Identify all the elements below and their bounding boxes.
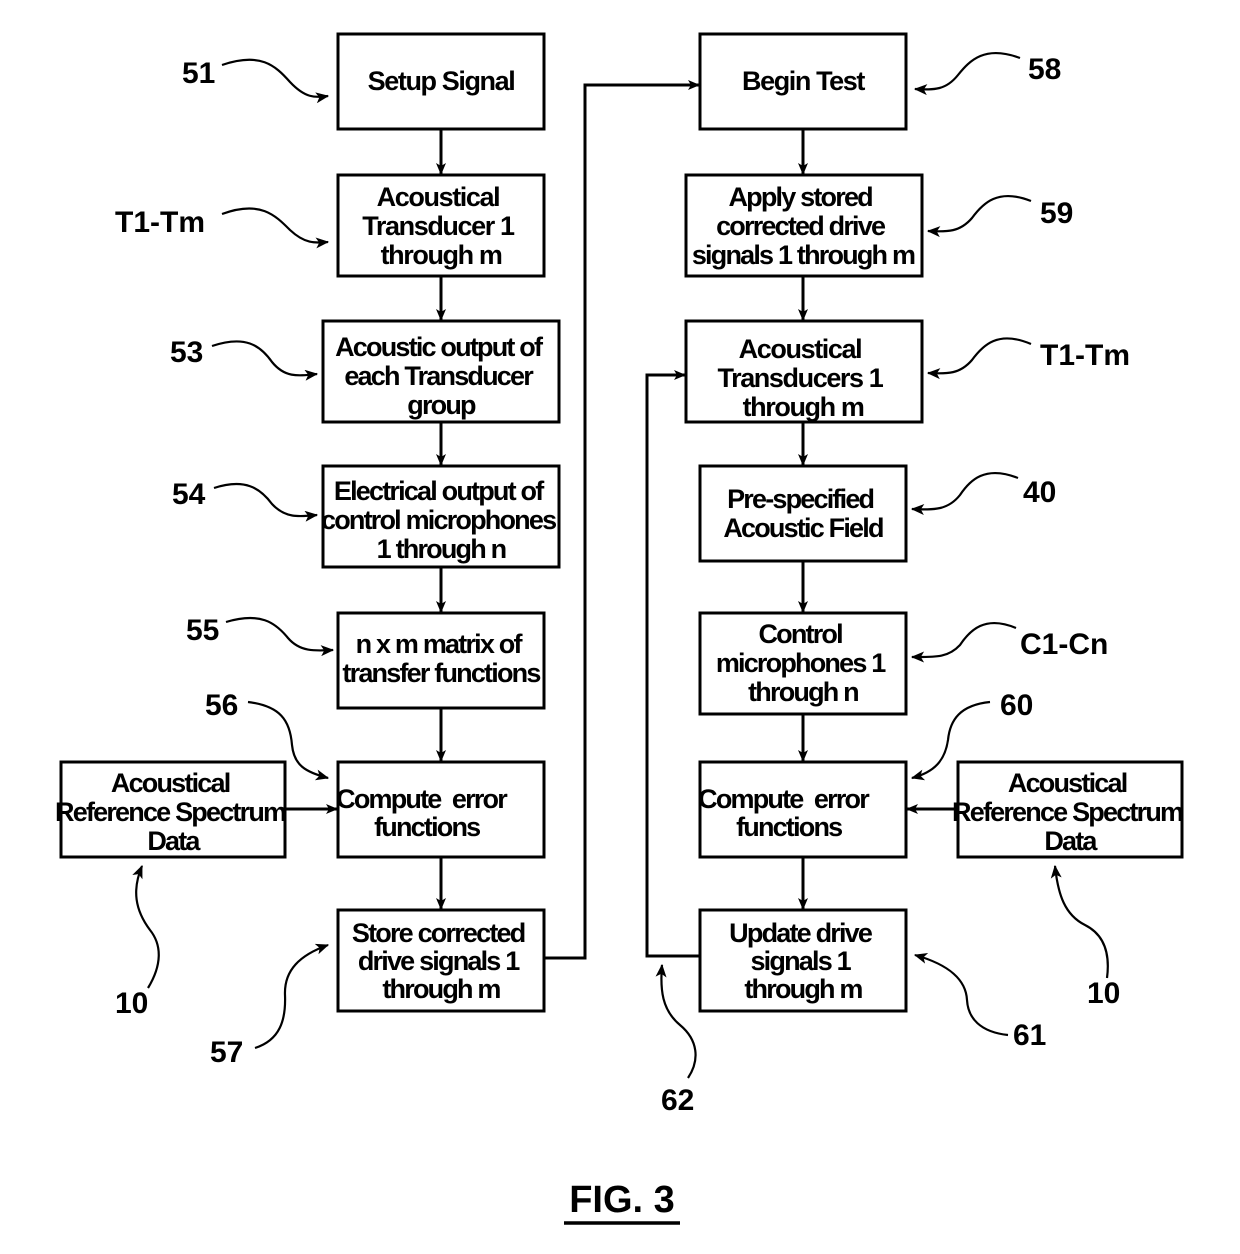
leader-line — [1050, 864, 1109, 979]
box-line: through m — [744, 974, 862, 1004]
ref-label-55: 55 — [186, 614, 219, 647]
box-line: each Transducer — [344, 361, 534, 391]
ref-label-56: 56 — [205, 689, 238, 722]
box-line: Transducers 1 — [717, 363, 883, 393]
box-line: corrected drive — [716, 211, 886, 241]
svg-text:Setup Signal: Setup Signal — [368, 66, 515, 96]
ref-label-51: 51 — [182, 57, 215, 90]
box-line: Data — [1044, 826, 1098, 856]
box-line: Pre-specified — [727, 484, 873, 514]
feedback-loop-arrow — [645, 370, 700, 958]
box-line: Apply stored — [728, 182, 872, 212]
box-control-microphones: Control microphones 1 through n — [698, 611, 908, 716]
leader-line — [913, 953, 1009, 1037]
box-line: Control — [758, 619, 842, 649]
leader-line — [254, 943, 330, 1050]
reference-labels: 51 T1-Tm 53 54 55 56 57 10 58 59 T1-Tm 4… — [115, 52, 1130, 1117]
ref-label-10-right: 10 — [1087, 977, 1120, 1010]
box-line: n x m matrix of — [356, 629, 524, 659]
leader-line — [221, 58, 330, 104]
svg-text:Update drive signals 1: Update drive signals 1 through m — [729, 918, 877, 1004]
box-line: microphones 1 — [716, 648, 886, 678]
box-reference-spectrum-left: Acoustical Reference Spectrum Data — [55, 760, 288, 859]
ref-label-c1-cn: C1-Cn — [1020, 628, 1108, 661]
box-acoustic-output: Acoustic output of each Transducer group — [321, 319, 561, 424]
box-line: functions — [736, 812, 842, 842]
svg-text:Begin Test: Begin Test — [742, 66, 865, 96]
leader-line — [910, 622, 1017, 663]
figure-title-text: FIG. 3 — [569, 1179, 675, 1221]
ref-label-58: 58 — [1028, 53, 1061, 86]
box-setup-signal: Setup Signal — [336, 32, 546, 131]
leader-line — [910, 472, 1019, 516]
svg-text:Acoustical Transducers 1: Acoustical Transducers 1 through m — [717, 334, 888, 422]
svg-text:Acoustical Transducer 1: Acoustical Transducer 1 through m — [362, 182, 519, 270]
box-apply-stored: Apply stored corrected drive signals 1 t… — [684, 173, 924, 278]
box-begin-test: Begin Test — [698, 32, 908, 131]
ref-label-54: 54 — [172, 478, 206, 511]
box-update-drive: Update drive signals 1 through m — [698, 908, 908, 1013]
box-line: 1 through n — [377, 534, 506, 564]
box-store-corrected: Store corrected drive signals 1 through … — [336, 908, 546, 1013]
flow-arrow-to-begin-test — [544, 80, 700, 960]
box-line: through n — [748, 677, 858, 707]
box-line: control microphones — [321, 505, 556, 535]
ref-label-61: 61 — [1013, 1019, 1046, 1052]
box-line: drive signals 1 — [358, 946, 520, 976]
leader-line — [221, 207, 330, 249]
box-line: Reference Spectrum — [55, 797, 286, 827]
ref-label-t1-tm-left: T1-Tm — [115, 206, 205, 239]
svg-text:Pre-specified Acoustic F: Pre-specified Acoustic Field — [723, 484, 883, 543]
box-line: through m — [382, 974, 500, 1004]
box-line: Acoustical — [739, 334, 862, 364]
box-line: signals 1 — [750, 946, 851, 976]
box-line: signals 1 through m — [692, 240, 915, 270]
leader-line — [655, 963, 697, 1079]
box-line: Compute error — [698, 784, 870, 814]
box-transfer-matrix: n x m matrix of transfer functions — [336, 611, 546, 710]
ref-label-10-left: 10 — [115, 987, 148, 1020]
box-line: through m — [743, 392, 864, 422]
box-line: Data — [147, 826, 201, 856]
box-line: Acoustical — [377, 182, 500, 212]
box-electrical-output: Electrical output of control microphones… — [321, 464, 561, 569]
flowchart-diagram: Setup Signal Acoustical Transducer 1 thr… — [55, 32, 1185, 1225]
box-line: Acoustic Field — [723, 513, 883, 543]
box-line: Reference Spectrum — [952, 797, 1183, 827]
leader-line — [926, 337, 1032, 380]
box-line: Acoustical — [111, 768, 230, 798]
ref-label-59: 59 — [1040, 197, 1073, 230]
box-line: transfer functions — [342, 658, 540, 688]
ref-label-53: 53 — [170, 336, 203, 369]
ref-label-t1-tm-right: T1-Tm — [1040, 339, 1130, 372]
box-line: functions — [374, 812, 480, 842]
figure-title: FIG. 3 — [564, 1179, 680, 1225]
box-acoustical-transducer: Acoustical Transducer 1 through m — [336, 173, 546, 278]
box-line: through m — [381, 240, 502, 270]
leader-line — [225, 617, 335, 657]
leader-line — [913, 52, 1021, 96]
box-line: Electrical output of — [334, 476, 545, 506]
svg-text:n x m matrix of transfer: n x m matrix of transfer functions — [342, 629, 540, 688]
box-line: Compute error — [336, 784, 508, 814]
box-prespecified-field: Pre-specified Acoustic Field — [698, 464, 908, 563]
box-line: group — [407, 390, 476, 420]
leader-line — [132, 864, 160, 989]
ref-label-62: 62 — [661, 1084, 694, 1117]
box-acoustical-transducers: Acoustical Transducers 1 through m — [684, 319, 924, 424]
box-line: Transducer 1 — [362, 211, 515, 241]
box-line: Acoustic output of — [335, 332, 544, 362]
box-reference-spectrum-right: Acoustical Reference Spectrum Data — [952, 760, 1185, 859]
box-line: Acoustical — [1008, 768, 1127, 798]
leader-line — [926, 195, 1032, 238]
box-line: Begin Test — [742, 66, 865, 96]
box-line: Store corrected — [352, 918, 525, 948]
leader-line — [213, 483, 319, 522]
box-line: Update drive — [729, 918, 873, 948]
box-line: Setup Signal — [368, 66, 515, 96]
leader-line — [211, 340, 319, 381]
ref-label-40: 40 — [1023, 476, 1056, 509]
ref-label-57: 57 — [210, 1036, 243, 1069]
ref-label-60: 60 — [1000, 689, 1033, 722]
